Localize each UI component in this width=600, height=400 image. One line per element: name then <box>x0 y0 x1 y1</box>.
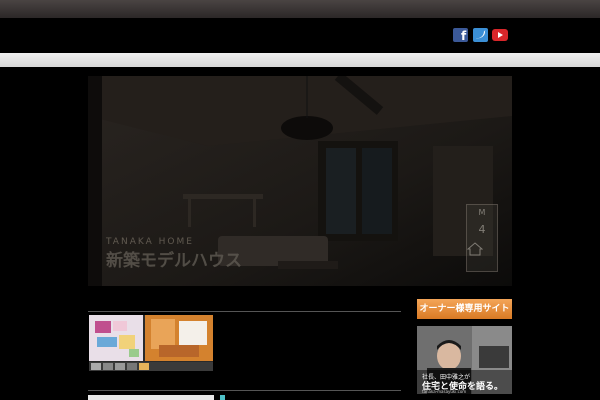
president-url: tanaka-masayuki.com <box>422 389 467 394</box>
twitter-icon[interactable] <box>473 28 488 42</box>
badge-label: M <box>478 208 486 217</box>
house-icon <box>467 242 483 256</box>
header <box>0 18 600 52</box>
floorplan-thumbnail[interactable] <box>89 315 213 371</box>
divider <box>88 390 401 391</box>
nav-bar[interactable] <box>0 53 600 67</box>
youtube-icon[interactable] <box>492 29 508 41</box>
next-item-thumbnail[interactable] <box>88 395 214 400</box>
facebook-icon[interactable]: f <box>453 28 468 42</box>
hero-slider[interactable]: TANAKA HOME 新築モデルハウス M 4 <box>88 76 512 286</box>
badge-number: 4 <box>478 223 486 236</box>
accent-marker <box>220 395 225 400</box>
hero-badge[interactable]: M 4 <box>466 204 498 272</box>
top-bar <box>0 0 600 18</box>
svg-text:f: f <box>461 29 467 42</box>
president-banner[interactable]: 社長、田中雅之が 住宅と使命を語る。 tanaka-masayuki.com <box>417 326 512 394</box>
hero-title: 新築モデルハウス <box>106 251 242 271</box>
owner-site-banner[interactable]: オーナー様専用サイト <box>417 299 512 319</box>
divider <box>88 311 401 312</box>
